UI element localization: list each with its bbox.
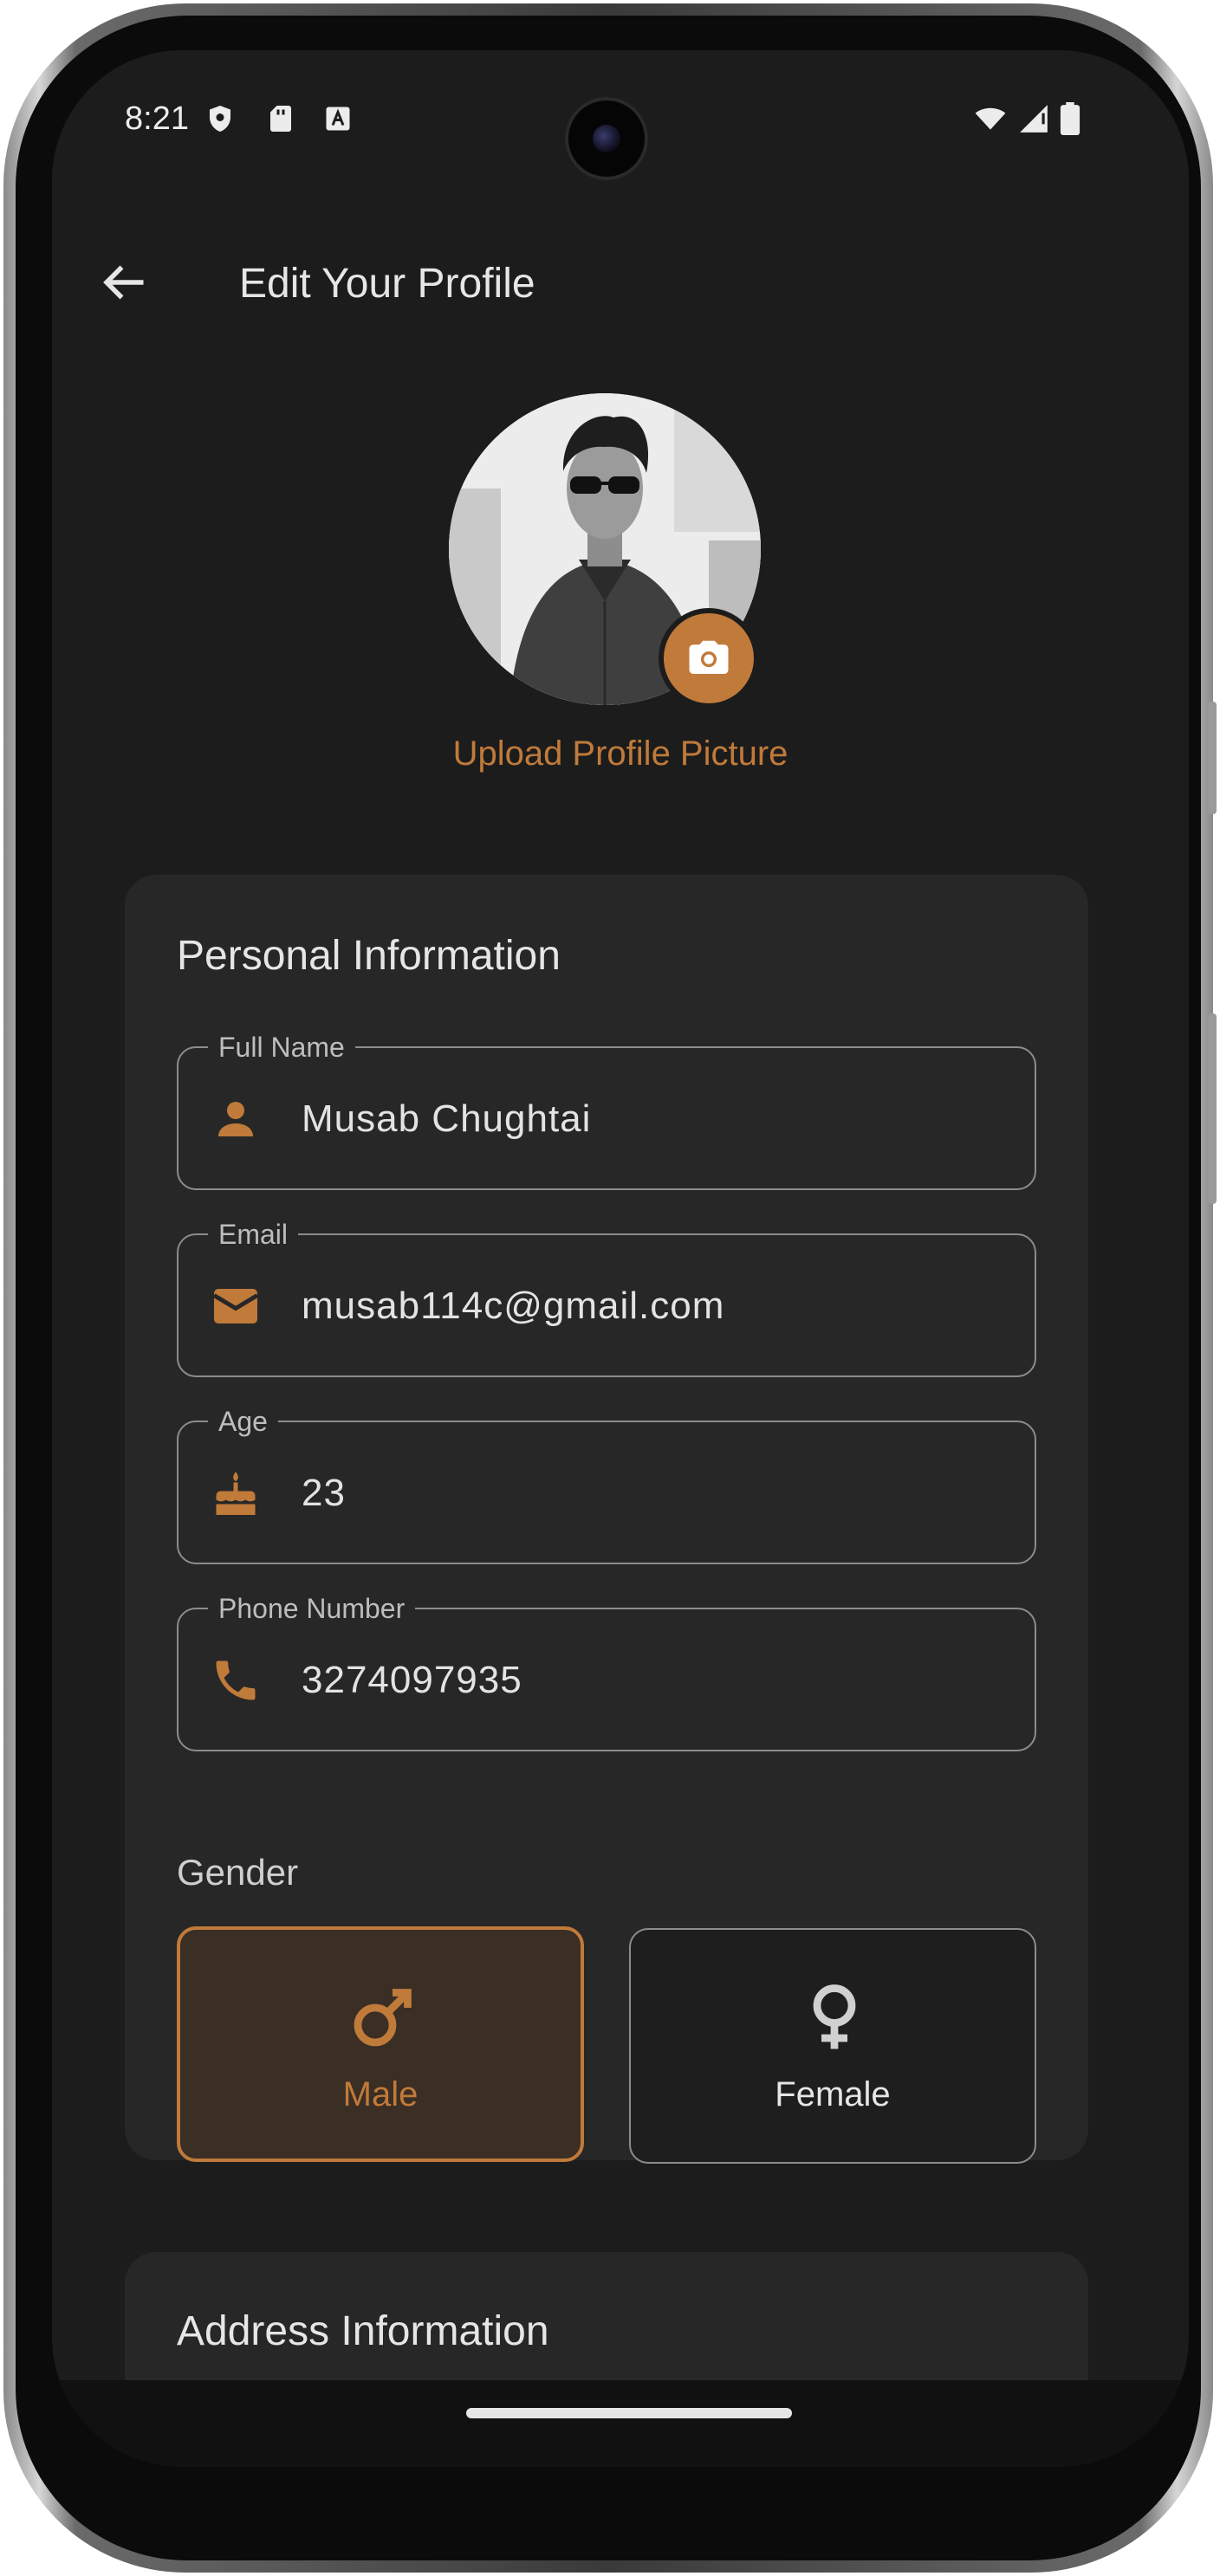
person-icon xyxy=(218,1102,253,1136)
app-bar: Edit Your Profile xyxy=(52,232,1189,327)
email-icon xyxy=(212,1289,259,1324)
email-field[interactable]: Email xyxy=(177,1218,1036,1377)
wifi-icon xyxy=(975,107,1006,130)
gender-male-label: Male xyxy=(342,2075,419,2113)
signal-icon xyxy=(1020,105,1048,133)
page-title: Edit Your Profile xyxy=(239,261,535,307)
shield-icon xyxy=(210,106,230,132)
gender-label: Gender xyxy=(177,1852,299,1893)
address-information-title: Address Information xyxy=(177,2308,549,2354)
age-input[interactable] xyxy=(300,1422,1014,1564)
full-name-input[interactable] xyxy=(300,1048,1014,1190)
phone-number-field[interactable]: Phone Number xyxy=(177,1592,1036,1751)
upload-profile-picture-link[interactable]: Upload Profile Picture xyxy=(52,735,1189,773)
screen: 8:21 Edit Your Profile Upload Profile Pi… xyxy=(52,50,1189,2467)
home-indicator[interactable] xyxy=(466,2408,792,2418)
cake-icon xyxy=(216,1472,256,1515)
font-a-icon xyxy=(326,107,350,131)
change-photo-button[interactable] xyxy=(659,608,759,709)
arrow-back-icon xyxy=(103,265,144,300)
full-name-field[interactable]: Full Name xyxy=(177,1031,1036,1190)
email-input[interactable] xyxy=(300,1235,1014,1377)
power-button xyxy=(1208,1013,1217,1204)
back-button[interactable] xyxy=(94,256,154,308)
age-label: Age xyxy=(208,1405,278,1438)
camera-icon xyxy=(689,640,729,674)
personal-information-card: Personal Information Full Name Email Age… xyxy=(125,875,1088,2164)
phone-number-input[interactable] xyxy=(300,1609,1014,1751)
email-label: Email xyxy=(208,1218,299,1251)
battery-icon xyxy=(1060,102,1080,135)
gender-female-button[interactable]: Female xyxy=(629,1928,1036,2164)
female-icon xyxy=(813,1984,856,2049)
gender-female-label: Female xyxy=(775,2075,891,2113)
front-camera xyxy=(565,97,648,180)
sd-card-icon xyxy=(270,106,291,132)
age-field[interactable]: Age xyxy=(177,1405,1036,1564)
navigation-area xyxy=(52,2380,1189,2467)
phone-icon xyxy=(216,1660,256,1700)
male-icon xyxy=(354,1989,412,2047)
personal-information-title: Personal Information xyxy=(177,933,561,979)
avatar-container[interactable] xyxy=(449,393,761,709)
status-bar: 8:21 xyxy=(52,50,1189,189)
gender-male-button[interactable]: Male xyxy=(177,1926,584,2162)
volume-button xyxy=(1208,702,1217,814)
status-time: 8:21 xyxy=(125,100,189,137)
